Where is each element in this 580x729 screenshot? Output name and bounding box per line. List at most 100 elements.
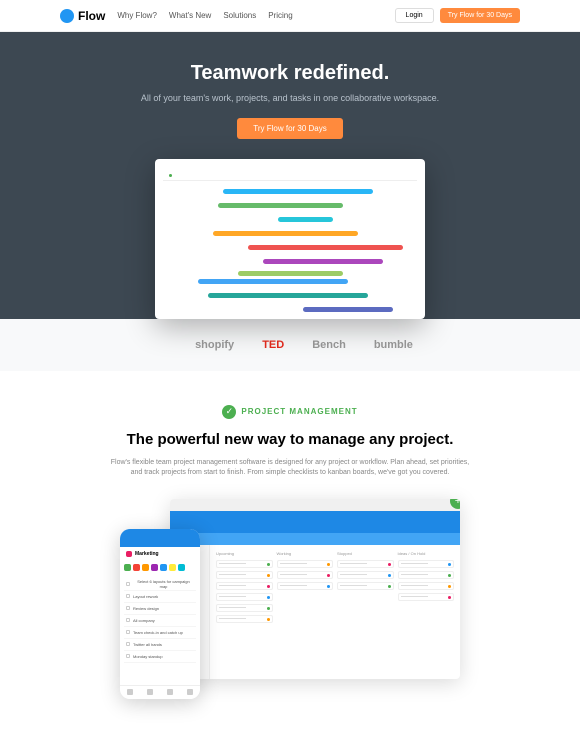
gantt-rows (163, 181, 417, 321)
card-status-dot (267, 585, 270, 588)
nav-solutions[interactable]: Solutions (223, 11, 256, 20)
card-status-dot (267, 574, 270, 577)
card-status-dot (267, 563, 270, 566)
kanban-card (337, 560, 394, 568)
site-header: Flow Why Flow? What's New Solutions Pric… (0, 0, 580, 32)
kanban-column-header: Working (277, 551, 334, 556)
avatar (133, 564, 140, 571)
kanban-card (398, 560, 455, 568)
kanban-card (398, 593, 455, 601)
section-label: PROJECT MANAGEMENT (241, 407, 357, 416)
checkbox-icon (126, 654, 130, 658)
section-badge: ✓ PROJECT MANAGEMENT (222, 405, 357, 419)
login-button[interactable]: Login (395, 8, 434, 23)
phone-task-item: Team check-in and catch up (124, 627, 196, 639)
gantt-bar (223, 189, 373, 194)
kanban-card (398, 582, 455, 590)
bumble-logo: bumble (374, 339, 413, 351)
hero-cta-button[interactable]: Try Flow for 30 Days (237, 118, 343, 139)
gantt-bar (248, 245, 403, 250)
app-header (170, 511, 460, 533)
hero-section: Teamwork redefined. All of your team's w… (0, 32, 580, 319)
product-screenshot: + UpcomingWorkingStoppedIdeas / On Hold … (120, 499, 460, 699)
kanban-card (277, 560, 334, 568)
kanban-column: Ideas / On Hold (398, 551, 455, 673)
kanban-column-header: Stopped (337, 551, 394, 556)
nav-whats-new[interactable]: What's New (169, 11, 211, 20)
app-subheader (170, 533, 460, 545)
tab-activity-icon (187, 689, 193, 695)
phone-title-bar: Marketing (120, 547, 200, 561)
customer-logos: shopify TED Bench bumble (0, 319, 580, 371)
phone-mockup: Marketing Select 6 layouts for campaign … (120, 529, 200, 699)
checkbox-icon (126, 582, 130, 586)
nav-pricing[interactable]: Pricing (268, 11, 292, 20)
avatar (160, 564, 167, 571)
check-icon: ✓ (222, 405, 236, 419)
tab-tasks-icon (147, 689, 153, 695)
phone-task-item: All company (124, 615, 196, 627)
kanban-column: Upcoming (216, 551, 273, 673)
shopify-logo: shopify (195, 339, 234, 351)
card-status-dot (388, 574, 391, 577)
kanban-card (277, 571, 334, 579)
avatar (142, 564, 149, 571)
phone-task-item: Twitter all hands (124, 639, 196, 651)
browser-mockup: + UpcomingWorkingStoppedIdeas / On Hold (170, 499, 460, 679)
checkbox-icon (126, 618, 130, 622)
section-title: The powerful new way to manage any proje… (40, 431, 540, 448)
gantt-bar (278, 217, 333, 222)
project-color-icon (126, 551, 132, 557)
gantt-bar (218, 203, 343, 208)
avatar (178, 564, 185, 571)
gantt-bar (263, 259, 383, 264)
card-status-dot (448, 585, 451, 588)
checkbox-icon (126, 606, 130, 610)
task-label: Twitter all hands (133, 642, 162, 647)
kanban-column-header: Upcoming (216, 551, 273, 556)
phone-tabbar (120, 685, 200, 699)
phone-task-item: Review design (124, 603, 196, 615)
tab-home-icon (127, 689, 133, 695)
kanban-column: Working (277, 551, 334, 673)
task-label: Select 6 layouts for campaign map (133, 579, 194, 589)
card-status-dot (267, 596, 270, 599)
hero-subtitle: All of your team's work, projects, and t… (0, 93, 580, 103)
kanban-column-header: Ideas / On Hold (398, 551, 455, 556)
card-status-dot (448, 563, 451, 566)
task-label: Team check-in and catch up (133, 630, 183, 635)
brand-logo[interactable]: Flow (60, 9, 105, 23)
gantt-header (163, 171, 417, 181)
kanban-board: Upcoming WorkingStopped Ideas / On Hold (210, 545, 460, 679)
gantt-bar (303, 307, 393, 312)
phone-statusbar (120, 529, 200, 547)
card-status-dot (327, 585, 330, 588)
kanban-card (398, 571, 455, 579)
avatar (124, 564, 131, 571)
card-status-dot (388, 585, 391, 588)
kanban-column: Stopped (337, 551, 394, 673)
kanban-card (216, 560, 273, 568)
card-status-dot (267, 618, 270, 621)
card-status-dot (448, 596, 451, 599)
bench-logo: Bench (312, 339, 346, 351)
kanban-card (337, 571, 394, 579)
kanban-card (337, 582, 394, 590)
gantt-bar (198, 279, 348, 284)
checkbox-icon (126, 594, 130, 598)
kanban-card (216, 604, 273, 612)
kanban-card (216, 571, 273, 579)
hero-title: Teamwork redefined. (0, 62, 580, 85)
kanban-card (216, 615, 273, 623)
gantt-bar (213, 231, 358, 236)
kanban-card (216, 593, 273, 601)
phone-task-item: Select 6 layouts for campaign map (124, 579, 196, 591)
task-label: All company (133, 618, 155, 623)
task-label: Monday standup (133, 654, 163, 659)
card-status-dot (448, 574, 451, 577)
nav-why-flow[interactable]: Why Flow? (117, 11, 157, 20)
checkbox-icon (126, 630, 130, 634)
flow-logo-icon (60, 9, 74, 23)
trial-button[interactable]: Try Flow for 30 Days (440, 8, 520, 23)
card-status-dot (267, 607, 270, 610)
